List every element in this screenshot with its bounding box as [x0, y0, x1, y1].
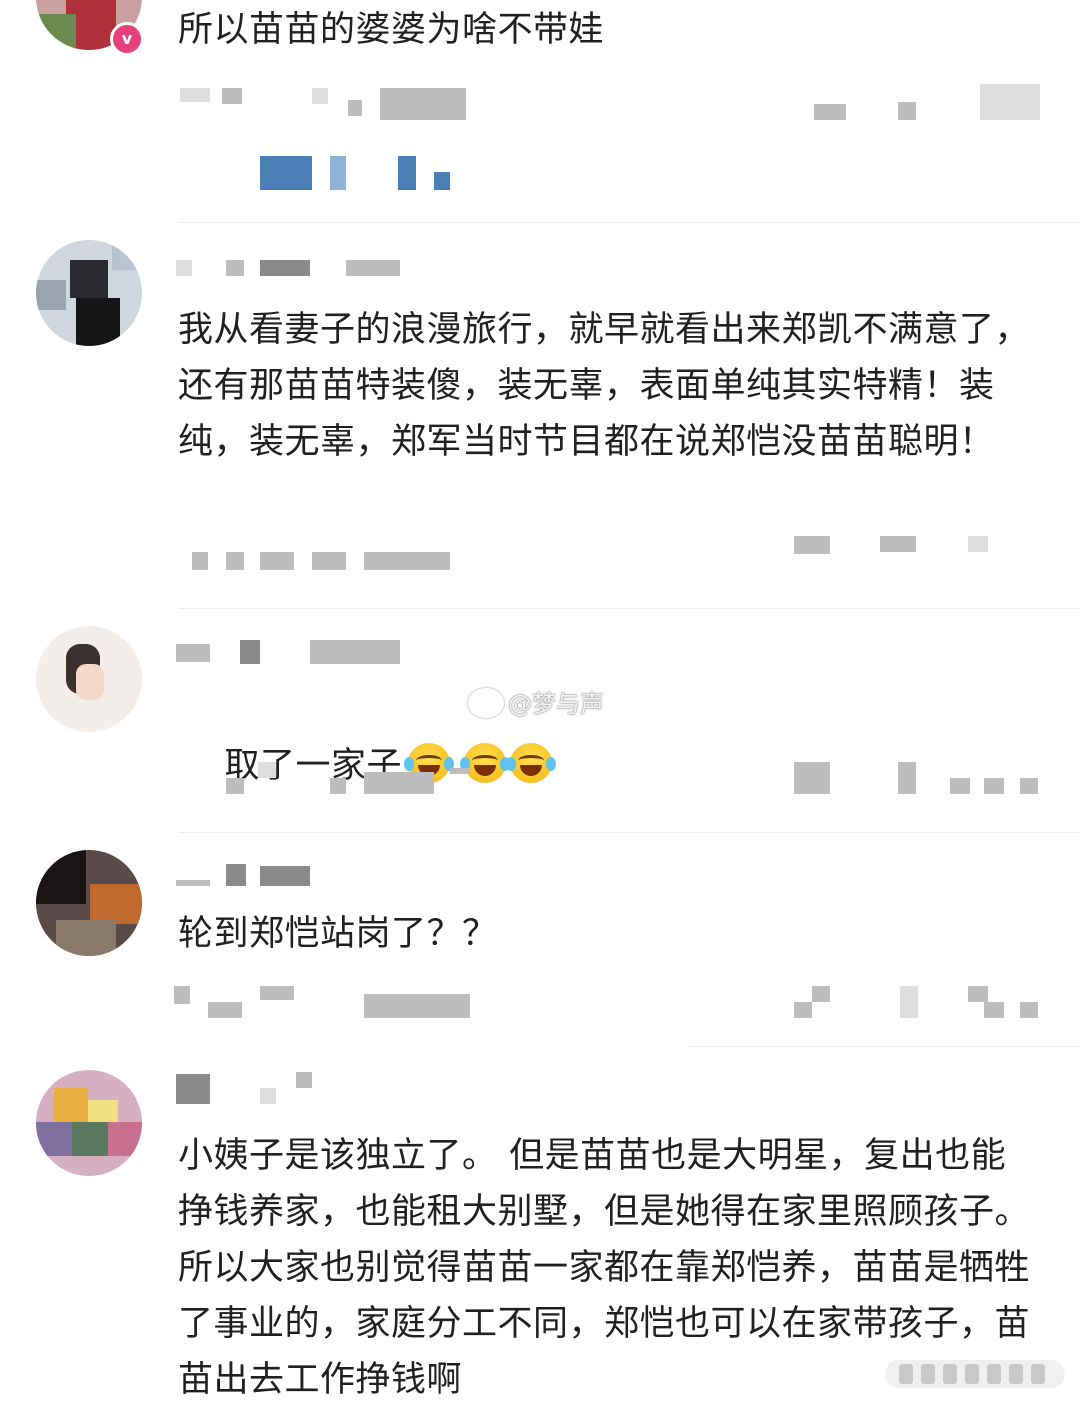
divider: [688, 1046, 1080, 1047]
divider: [178, 222, 1080, 223]
verified-badge-icon: v: [110, 22, 144, 56]
divider: [178, 608, 1080, 609]
laugh-cry-emoji-icon: [460, 743, 511, 783]
more-replies-button[interactable]: [885, 1360, 1065, 1388]
comment-text: 所以苗苗的婆婆为啥不带娃: [178, 10, 605, 50]
comment-text: 我从看妻子的浪漫旅行，就早就看出来郑凯不满意了，还有那苗苗特装傻，装无辜，表面单…: [178, 310, 1031, 462]
avatar[interactable]: [36, 240, 142, 346]
avatar[interactable]: [36, 850, 142, 956]
comment-text: 轮到郑恺站岗了？？: [178, 914, 498, 954]
avatar[interactable]: [36, 1070, 142, 1176]
avatar[interactable]: [36, 626, 142, 732]
watermark: @梦与声: [508, 690, 604, 718]
divider: [178, 832, 1080, 833]
laugh-cry-emoji-icon: [506, 743, 557, 783]
weibo-logo-icon: [468, 688, 504, 718]
